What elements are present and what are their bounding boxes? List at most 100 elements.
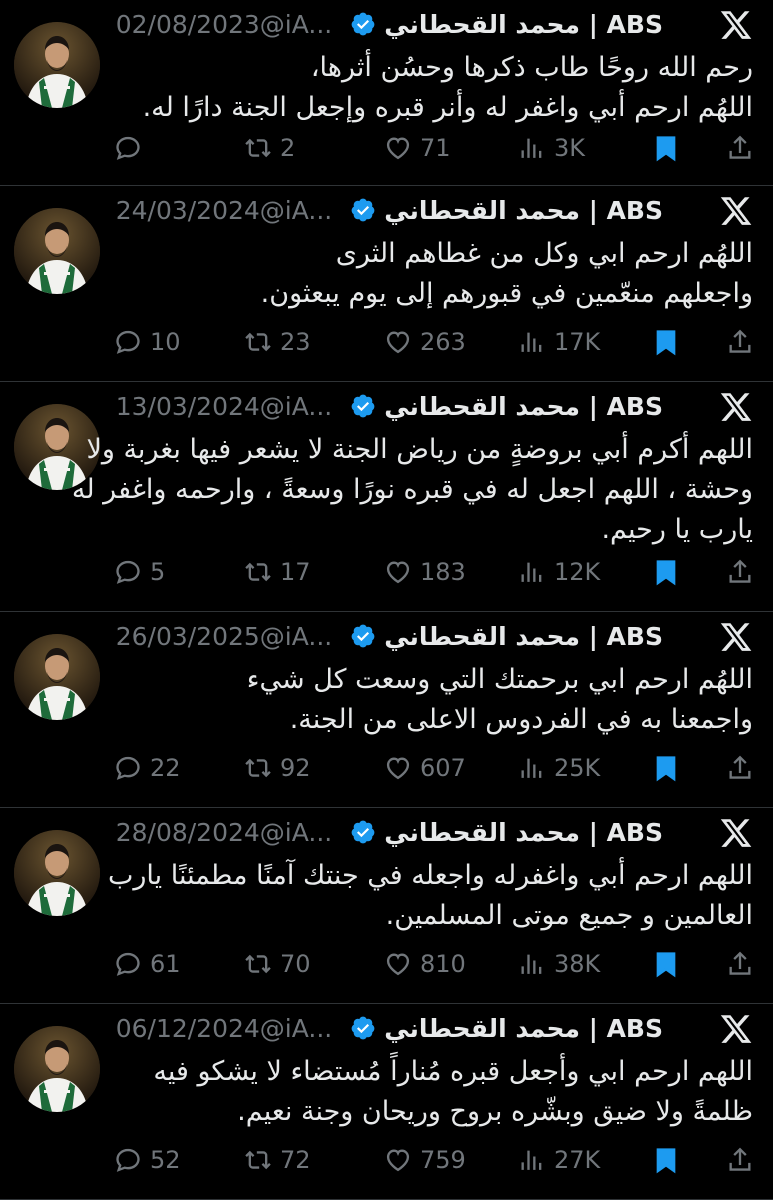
- retweet-count: 72: [280, 1146, 311, 1174]
- like-button[interactable]: 183: [384, 552, 466, 592]
- tweet-text-line: وحشة ، اللهم اجعل له في قبره نورًا وسعةً…: [71, 474, 753, 505]
- author-name[interactable]: ABS | محمد القحطاني: [384, 1014, 663, 1043]
- bookmark-button[interactable]: [652, 1140, 680, 1180]
- reply-count: 52: [150, 1146, 181, 1174]
- share-button[interactable]: [726, 944, 754, 984]
- tweet-date[interactable]: 02/08/2023: [116, 10, 260, 39]
- retweet-button[interactable]: 70: [244, 944, 311, 984]
- retweet-icon: [244, 754, 272, 782]
- like-button[interactable]: 71: [384, 128, 451, 168]
- author-handle[interactable]: @iA...: [260, 622, 332, 651]
- reply-button[interactable]: 5: [114, 552, 165, 592]
- tweet[interactable]: 06/12/2024 @iA... ABS | محمد القحطاني اللهم…: [0, 1004, 773, 1200]
- bookmark-icon: [652, 950, 680, 978]
- author-handle[interactable]: @iA...: [260, 818, 332, 847]
- tweet-date[interactable]: 06/12/2024: [116, 1014, 260, 1043]
- tweet-date[interactable]: 13/03/2024: [116, 392, 260, 421]
- tweet-header: 26/03/2025 @iA... ABS | محمد القحطاني: [116, 618, 663, 654]
- reply-button[interactable]: 10: [114, 322, 181, 362]
- retweet-button[interactable]: 2: [244, 128, 295, 168]
- tweet-text: اللهم أكرم أبي بروضةٍ من رياض الجنة لا ي…: [71, 430, 753, 550]
- views-button[interactable]: 17K: [518, 322, 600, 362]
- like-button[interactable]: 810: [384, 944, 466, 984]
- tweet[interactable]: 02/08/2023 @iA... ABS | محمد القحطاني رحم ا…: [0, 0, 773, 186]
- share-icon: [726, 134, 754, 162]
- author-name[interactable]: ABS | محمد القحطاني: [384, 392, 663, 421]
- bookmark-icon: [652, 558, 680, 586]
- tweet-text: اللهم ارحم أبي واغفرله واجعله في جنتك آم…: [108, 856, 753, 936]
- tweet-header: 13/03/2024 @iA... ABS | محمد القحطاني: [116, 388, 663, 424]
- tweet[interactable]: 26/03/2025 @iA... ABS | محمد القحطاني اللهُ…: [0, 612, 773, 808]
- like-count: 263: [420, 328, 466, 356]
- heart-icon: [384, 950, 412, 978]
- views-button[interactable]: 38K: [518, 944, 600, 984]
- views-button[interactable]: 27K: [518, 1140, 600, 1180]
- bookmark-button[interactable]: [652, 322, 680, 362]
- author-name[interactable]: ABS | محمد القحطاني: [384, 196, 663, 225]
- tweet[interactable]: 28/08/2024 @iA... ABS | محمد القحطاني اللهم…: [0, 808, 773, 1004]
- tweet-actions: 22 92 607 25K: [100, 748, 763, 788]
- bookmark-button[interactable]: [652, 748, 680, 788]
- retweet-button[interactable]: 17: [244, 552, 311, 592]
- reply-button[interactable]: 22: [114, 748, 181, 788]
- share-button[interactable]: [726, 1140, 754, 1180]
- tweet[interactable]: 24/03/2024 @iA... ABS | محمد القحطاني اللهُ…: [0, 186, 773, 382]
- avatar[interactable]: [14, 1026, 100, 1112]
- tweet-date[interactable]: 24/03/2024: [116, 196, 260, 225]
- bar-chart-icon: [518, 1146, 546, 1174]
- author-name[interactable]: ABS | محمد القحطاني: [384, 818, 663, 847]
- author-handle[interactable]: @iA...: [260, 10, 332, 39]
- reply-button[interactable]: 61: [114, 944, 181, 984]
- avatar[interactable]: [14, 208, 100, 294]
- author-name[interactable]: ABS | محمد القحطاني: [384, 10, 663, 39]
- tweet-text-line: واجمعنا به في الفردوس الاعلى من الجنة.: [289, 704, 753, 735]
- avatar[interactable]: [14, 22, 100, 108]
- bookmark-button[interactable]: [652, 944, 680, 984]
- retweet-icon: [244, 950, 272, 978]
- retweet-icon: [244, 134, 272, 162]
- reply-icon: [114, 134, 142, 162]
- retweet-button[interactable]: 72: [244, 1140, 311, 1180]
- reply-button[interactable]: 52: [114, 1140, 181, 1180]
- like-button[interactable]: 759: [384, 1140, 466, 1180]
- bookmark-button[interactable]: [652, 552, 680, 592]
- retweet-button[interactable]: 23: [244, 322, 311, 362]
- share-icon: [726, 754, 754, 782]
- share-button[interactable]: [726, 748, 754, 788]
- tweet-text-line: اللهُم ارحم ابي وكل من غطاهم الثرى: [335, 238, 753, 269]
- avatar[interactable]: [14, 634, 100, 720]
- author-handle[interactable]: @iA...: [260, 392, 332, 421]
- share-icon: [726, 328, 754, 356]
- tweet-date[interactable]: 28/08/2024: [116, 818, 260, 847]
- views-button[interactable]: 25K: [518, 748, 600, 788]
- verified-icon: [340, 197, 384, 223]
- share-button[interactable]: [726, 128, 754, 168]
- retweet-button[interactable]: 92: [244, 748, 311, 788]
- views-button[interactable]: 3K: [518, 128, 585, 168]
- bookmark-button[interactable]: [652, 128, 680, 168]
- author-handle[interactable]: @iA...: [260, 196, 332, 225]
- verified-icon: [340, 1015, 384, 1041]
- tweet-actions: 61 70 810 38K: [100, 944, 763, 984]
- tweet[interactable]: 13/03/2024 @iA... ABS | محمد القحطاني اللهم…: [0, 382, 773, 612]
- heart-icon: [384, 1146, 412, 1174]
- share-button[interactable]: [726, 552, 754, 592]
- tweet-text: رحم الله روحًا طاب ذكرها وحسُن أثرها، الل…: [118, 48, 753, 128]
- author-name[interactable]: ABS | محمد القحطاني: [384, 622, 663, 651]
- reply-icon: [114, 754, 142, 782]
- heart-icon: [384, 328, 412, 356]
- avatar[interactable]: [14, 830, 100, 916]
- x-logo-icon: [719, 816, 753, 850]
- share-button[interactable]: [726, 322, 754, 362]
- tweet-header: 02/08/2023 @iA... ABS | محمد القحطاني: [116, 6, 663, 42]
- heart-icon: [384, 134, 412, 162]
- author-handle[interactable]: @iA...: [260, 1014, 332, 1043]
- reply-button[interactable]: [114, 128, 150, 168]
- like-button[interactable]: 263: [384, 322, 466, 362]
- tweet-date[interactable]: 26/03/2025: [116, 622, 260, 651]
- like-count: 183: [420, 558, 466, 586]
- views-button[interactable]: 12K: [518, 552, 600, 592]
- heart-icon: [384, 558, 412, 586]
- reply-count: 22: [150, 754, 181, 782]
- like-button[interactable]: 607: [384, 748, 466, 788]
